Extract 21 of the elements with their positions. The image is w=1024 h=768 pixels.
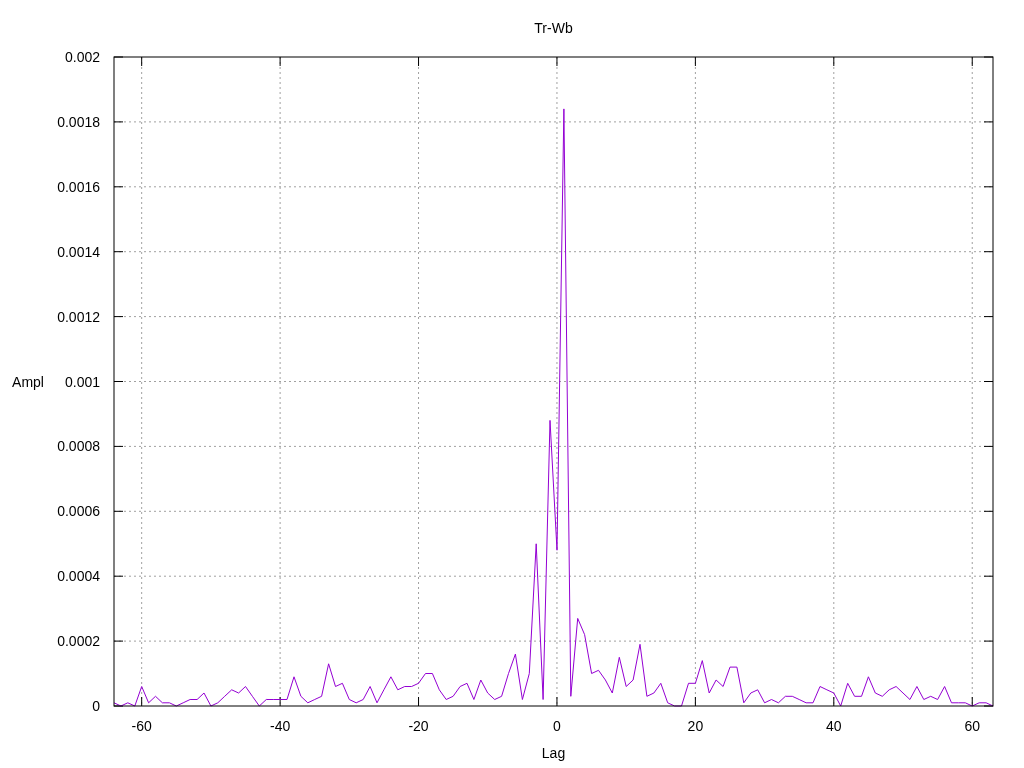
- tick-label: 60: [964, 718, 981, 734]
- tick-label: 0.0018: [57, 113, 100, 130]
- tick-label: 0: [553, 718, 561, 734]
- tick-label: 0.0006: [57, 503, 100, 520]
- tick-label: 0.0008: [57, 438, 100, 455]
- tick-label: -60: [131, 718, 152, 734]
- tick-label: 20: [687, 718, 704, 734]
- x-axis-label: Lag: [541, 745, 566, 761]
- tick-label: -20: [408, 718, 429, 734]
- tick-label: 0.0016: [57, 178, 100, 195]
- tick-label: -40: [270, 718, 291, 734]
- tick-label: 0.0004: [57, 568, 100, 585]
- tick-label: 0.001: [64, 373, 100, 390]
- tick-label: 0: [92, 698, 100, 714]
- tick-label: 0.0014: [57, 243, 100, 260]
- tick-label: 0.002: [64, 49, 100, 65]
- chart-title: Tr-Wb: [534, 20, 573, 36]
- tick-label: 0.0012: [57, 308, 100, 325]
- tick-label: 40: [826, 718, 842, 734]
- y-axis-label: Ampl: [12, 373, 44, 390]
- tick-label: 0.0002: [57, 633, 100, 650]
